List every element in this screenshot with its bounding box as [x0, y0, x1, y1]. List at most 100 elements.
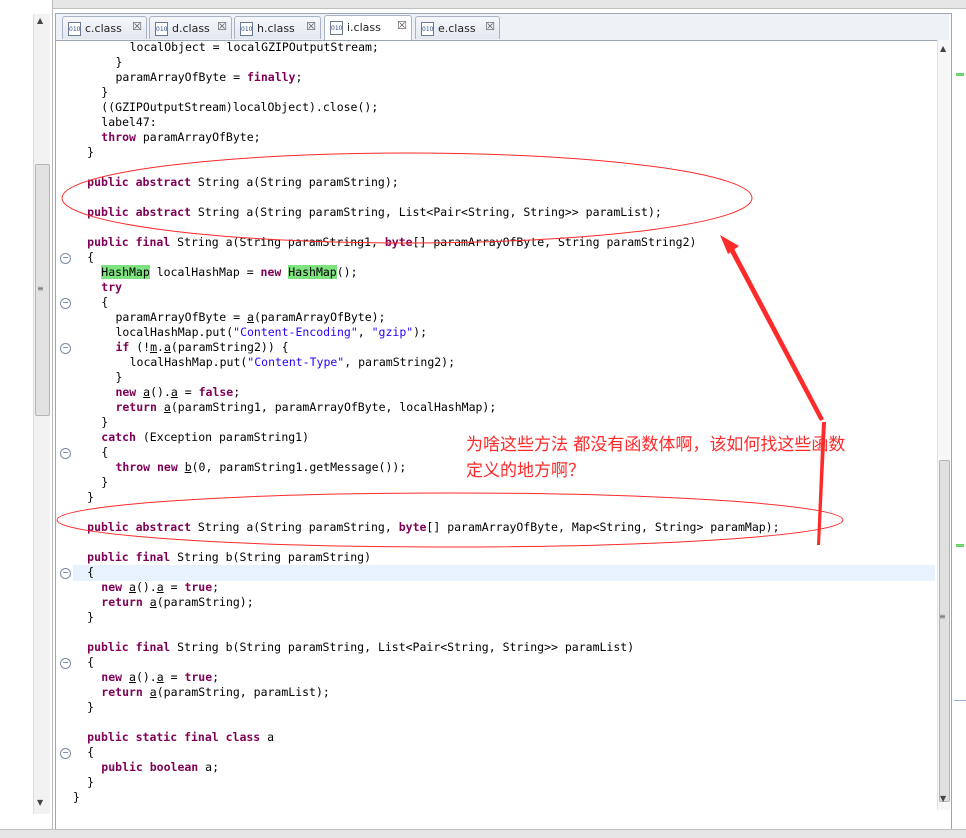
code-token: ().: [135, 580, 157, 594]
close-icon[interactable]: ☒: [397, 19, 407, 32]
window-top-edge: [0, 0, 966, 9]
code-token: (paramString);: [156, 595, 254, 609]
tab-i-class[interactable]: 010 i.class ☒: [324, 15, 412, 40]
scroll-thumb[interactable]: [939, 460, 950, 802]
code-line: }: [87, 490, 94, 505]
code-token: =: [163, 580, 185, 594]
code-line: new a().a = false;: [115, 385, 240, 400]
keyword-token: false: [198, 385, 234, 399]
fold-toggle-icon[interactable]: −: [60, 253, 71, 264]
close-icon[interactable]: ☒: [132, 20, 142, 33]
keyword-token: public abstract: [87, 205, 191, 219]
keyword-token: throw: [101, 130, 136, 144]
tab-c-class[interactable]: 010 c.class ☒: [62, 16, 147, 39]
code-token: }: [101, 85, 109, 99]
code-line: }: [101, 475, 108, 490]
code-token: }: [87, 610, 95, 624]
code-token: ;: [233, 385, 241, 399]
code-token: String b(String paramString): [170, 550, 372, 564]
code-line: if (!m.a(paramString2)) {: [115, 340, 288, 355]
tab-e-class[interactable]: 010 e.class ☒: [415, 16, 500, 39]
code-token: String a(String paramString, List<Pair<S…: [191, 205, 662, 219]
package-explorer-scrollbar[interactable]: ▲ ≡ ▼: [33, 14, 50, 814]
keyword-token: true: [184, 670, 213, 684]
code-token: a: [163, 340, 171, 354]
code-token: (Exception paramString1): [135, 430, 310, 444]
keyword-token: byte: [398, 520, 427, 534]
overview-ruler-mark[interactable]: [956, 73, 964, 76]
code-token: }: [87, 145, 95, 159]
code-line: public final String a(String paramString…: [87, 235, 696, 250]
code-token: a: [129, 670, 136, 684]
editor-vertical-scrollbar[interactable]: ▲ ≡ ▼: [937, 40, 950, 810]
code-line: }: [87, 610, 94, 625]
code-line: new a().a = true;: [101, 670, 219, 685]
code-token: a;: [198, 760, 220, 774]
fold-toggle-icon[interactable]: −: [60, 568, 71, 579]
class-file-icon: 010: [155, 22, 168, 36]
code-line: label47:: [101, 115, 156, 130]
tab-h-class[interactable]: 010 h.class ☒: [234, 16, 321, 39]
code-line: {: [87, 250, 94, 265]
code-token: ;: [212, 580, 220, 594]
code-line: localHashMap.put("Content-Type", paramSt…: [130, 355, 455, 370]
scroll-down-arrow-icon[interactable]: ▼: [940, 794, 946, 803]
code-line: HashMap localHashMap = new HashMap();: [101, 265, 358, 280]
code-token: [] paramArrayOfByte, Map<String, String>…: [426, 520, 780, 534]
code-token: (paramArrayOfByte);: [253, 310, 386, 324]
code-token: localHashMap.put(: [129, 355, 248, 369]
code-line: }: [101, 415, 108, 430]
string-token: "Content-Encoding": [233, 325, 358, 339]
string-token: "Content-Type": [247, 355, 345, 369]
code-token: }: [87, 775, 95, 789]
code-editor[interactable]: localObject = localGZIPOutputStream;} par…: [73, 40, 935, 820]
keyword-token: new: [115, 385, 137, 399]
fold-toggle-icon[interactable]: −: [60, 298, 71, 309]
overview-ruler-line: [954, 700, 966, 701]
scroll-up-arrow-icon[interactable]: ▲: [37, 16, 43, 25]
code-line: }: [115, 370, 122, 385]
fold-toggle-icon[interactable]: −: [60, 748, 71, 759]
keyword-token: new: [101, 580, 123, 594]
overview-ruler-mark[interactable]: [956, 544, 964, 547]
code-token: }: [115, 370, 123, 384]
class-file-icon: 010: [240, 22, 253, 36]
code-line: }: [87, 700, 94, 715]
code-token: }: [87, 490, 95, 504]
code-token: paramArrayOfByte;: [135, 130, 261, 144]
code-token: paramArrayOfByte =: [115, 70, 247, 84]
code-token: , paramString2);: [344, 355, 456, 369]
keyword-token: public abstract: [87, 520, 191, 534]
code-token: ().: [135, 670, 157, 684]
scroll-down-arrow-icon[interactable]: ▼: [37, 798, 43, 807]
fold-toggle-icon[interactable]: −: [60, 658, 71, 669]
code-token: String b(String paramString, List<Pair<S…: [170, 640, 635, 654]
class-file-icon: 010: [330, 21, 343, 35]
code-line: catch (Exception paramString1): [101, 430, 309, 445]
fold-toggle-icon[interactable]: −: [60, 448, 71, 459]
keyword-token: public boolean: [101, 760, 199, 774]
keyword-token: byte: [384, 235, 413, 249]
code-token: a: [149, 595, 157, 609]
close-icon[interactable]: ☒: [306, 20, 316, 33]
code-token: (paramString1, paramArrayOfByte, localHa…: [170, 400, 497, 414]
keyword-token: public abstract: [87, 175, 191, 189]
fold-toggle-icon[interactable]: −: [60, 343, 71, 354]
code-token: );: [413, 325, 428, 339]
code-line: {: [101, 445, 108, 460]
code-line: {: [87, 565, 94, 580]
code-token: a: [170, 385, 178, 399]
close-icon[interactable]: ☒: [485, 20, 495, 33]
code-token: {: [101, 445, 109, 459]
code-token: =: [177, 385, 199, 399]
tab-d-class[interactable]: 010 d.class ☒: [149, 16, 232, 39]
scroll-up-arrow-icon[interactable]: ▲: [940, 44, 946, 53]
code-line: localHashMap.put("Content-Encoding", "gz…: [115, 325, 427, 340]
code-token: (paramString2)) {: [170, 340, 289, 354]
close-icon[interactable]: ☒: [217, 20, 227, 33]
scroll-grip-icon: ≡: [37, 284, 44, 293]
code-line: throw new b(0, paramString1.getMessage()…: [115, 460, 406, 475]
code-line: ((GZIPOutputStream)localObject).close();: [101, 100, 378, 115]
